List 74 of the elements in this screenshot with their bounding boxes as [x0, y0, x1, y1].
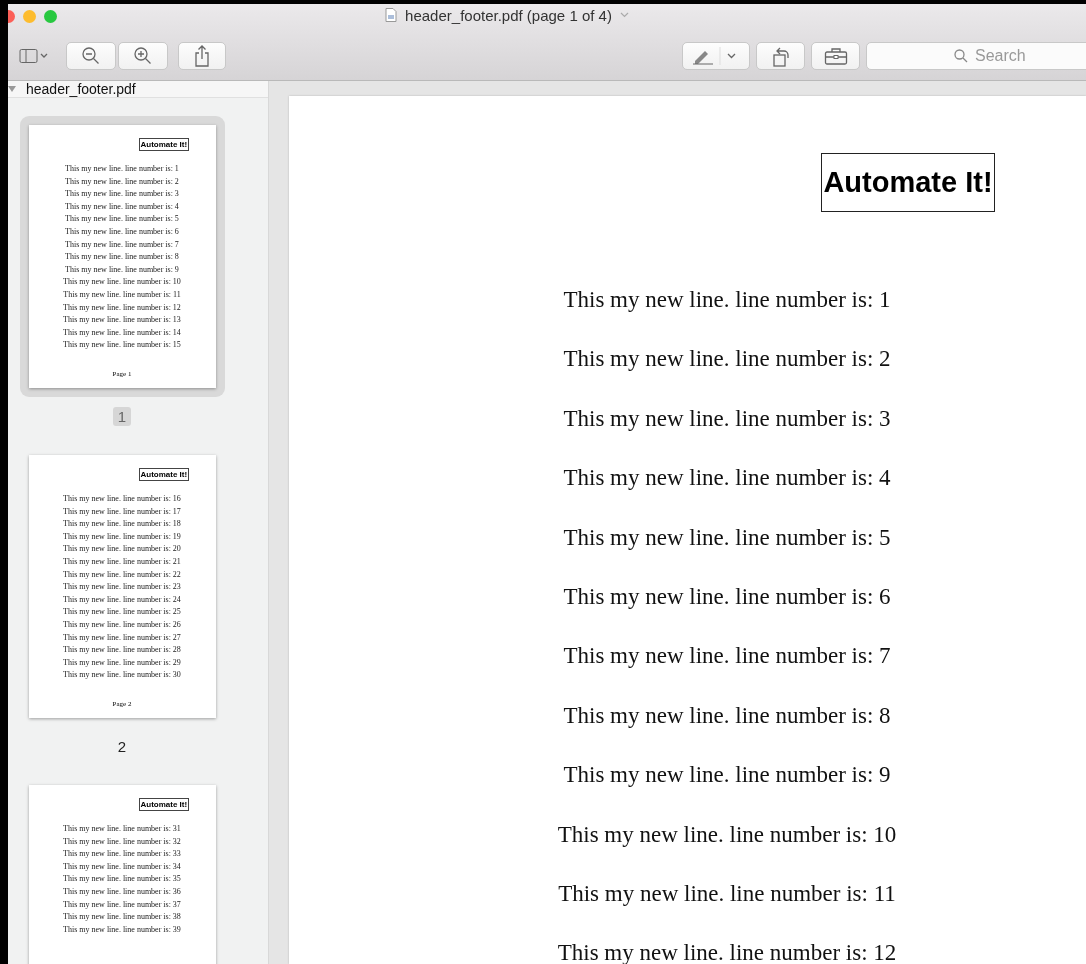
- thumbnail-line: This my new line. line number is: 31: [63, 823, 181, 835]
- document-line: This my new line. line number is: 2: [563, 345, 891, 374]
- document-title: Automate It!: [821, 153, 995, 212]
- thumbnail-line: This my new line. line number is: 10: [63, 276, 181, 289]
- document-name: header_footer.pdf: [26, 81, 136, 97]
- zoom-out-icon: [81, 46, 101, 66]
- thumbnail-line: This my new line. line number is: 32: [63, 835, 181, 848]
- document-line: This my new line. line number is: 11: [558, 880, 896, 909]
- thumbnail-line: This my new line. line number is: 4: [65, 200, 179, 213]
- thumbnail-line: This my new line. line number is: 5: [65, 213, 179, 226]
- thumbnail-line: This my new line. line number is: 26: [63, 618, 181, 631]
- thumbnail-line: This my new line. line number is: 24: [63, 593, 181, 606]
- thumbnail-line: This my new line. line number is: 30: [63, 669, 181, 682]
- search-field[interactable]: Search: [866, 42, 1086, 70]
- thumbnail-line: This my new line. line number is: 23: [63, 581, 181, 594]
- document-line: This my new line. line number is: 7: [563, 642, 891, 671]
- rotate-icon: [770, 45, 791, 67]
- thumbnail-line: This my new line. line number is: 2: [65, 175, 179, 188]
- window-title: header_footer.pdf (page 1 of 4): [405, 6, 612, 24]
- thumbnail-line: This my new line. line number is: 20: [63, 543, 181, 556]
- thumbnail-line: This my new line. line number is: 36: [63, 885, 181, 898]
- thumbnail-title: Automate It!: [138, 138, 190, 151]
- search-icon: [954, 49, 968, 63]
- thumbnail-line: This my new line. line number is: 9: [65, 263, 179, 276]
- thumbnail-line: This my new line. line number is: 29: [63, 656, 181, 669]
- document-line: This my new line. line number is: 3: [563, 404, 891, 433]
- thumbnail-line: This my new line. line number is: 16: [63, 493, 181, 505]
- thumbnail-title: Automate It!: [138, 468, 190, 481]
- document-line: This my new line. line number is: 8: [563, 701, 891, 730]
- thumbnail-line: This my new line. line number is: 13: [63, 314, 181, 327]
- zoom-in-icon: [133, 46, 153, 66]
- thumbnail-line: This my new line. line number is: 35: [63, 873, 181, 886]
- thumbnail-line: This my new line. line number is: 8: [65, 251, 179, 264]
- thumbnail-line: This my new line. line number is: 39: [63, 923, 181, 936]
- thumbnail-line: This my new line. line number is: 14: [63, 326, 181, 339]
- share-icon: [193, 45, 211, 67]
- thumbnail-line: This my new line. line number is: 6: [65, 225, 179, 238]
- toolbox-button[interactable]: [811, 42, 860, 70]
- thumbnail-line: This my new line. line number is: 28: [63, 644, 181, 657]
- toolbox-icon: [823, 47, 848, 65]
- thumbnail-line: This my new line. line number is: 3: [65, 188, 179, 201]
- thumbnail-title: Automate It!: [138, 798, 190, 811]
- document-line: This my new line. line number is: 5: [563, 523, 891, 552]
- thumbnail-line: This my new line. line number is: 38: [63, 911, 181, 924]
- thumbnail-line: This my new line. line number is: 19: [63, 530, 181, 543]
- document-line: This my new line. line number is: 9: [563, 761, 891, 790]
- document-line: This my new line. line number is: 1: [563, 286, 891, 314]
- thumbnail-line: This my new line. line number is: 34: [63, 860, 181, 873]
- rotate-button[interactable]: [756, 42, 805, 70]
- zoom-out-button[interactable]: [66, 42, 116, 70]
- markup-button[interactable]: [682, 42, 750, 70]
- thumbnail-line: This my new line. line number is: 22: [63, 568, 181, 581]
- share-button[interactable]: [178, 42, 226, 70]
- document-icon: [385, 8, 398, 22]
- thumbnail-line: This my new line. line number is: 12: [63, 301, 181, 314]
- page-number: 1: [112, 407, 132, 426]
- thumbnail-line: This my new line. line number is: 7: [65, 238, 179, 251]
- sidebar-icon: [19, 48, 49, 64]
- document-line: This my new line. line number is: 10: [557, 820, 897, 849]
- thumbnail-line: This my new line. line number is: 25: [63, 606, 181, 619]
- thumbnail-line: This my new line. line number is: 1: [65, 163, 179, 175]
- thumbnail-line: This my new line. line number is: 18: [63, 518, 181, 531]
- thumbnail-line: This my new line. line number is: 27: [63, 631, 181, 644]
- thumbnail-line: This my new line. line number is: 15: [63, 339, 181, 352]
- thumbnail-line: This my new line. line number is: 37: [63, 898, 181, 911]
- thumbnail-line: This my new line. line number is: 11: [63, 288, 181, 301]
- thumbnail-line: This my new line. line number is: 33: [63, 848, 181, 861]
- thumbnail-line: This my new line. line number is: 17: [63, 505, 181, 518]
- page-number: 2: [116, 737, 128, 756]
- document-line: This my new line. line number is: 4: [563, 464, 891, 493]
- document-line: This my new line. line number is: 6: [563, 583, 891, 612]
- disclosure-triangle-icon[interactable]: [8, 85, 16, 93]
- thumbnail-line: This my new line. line number is: 21: [63, 555, 181, 568]
- zoom-in-button[interactable]: [118, 42, 168, 70]
